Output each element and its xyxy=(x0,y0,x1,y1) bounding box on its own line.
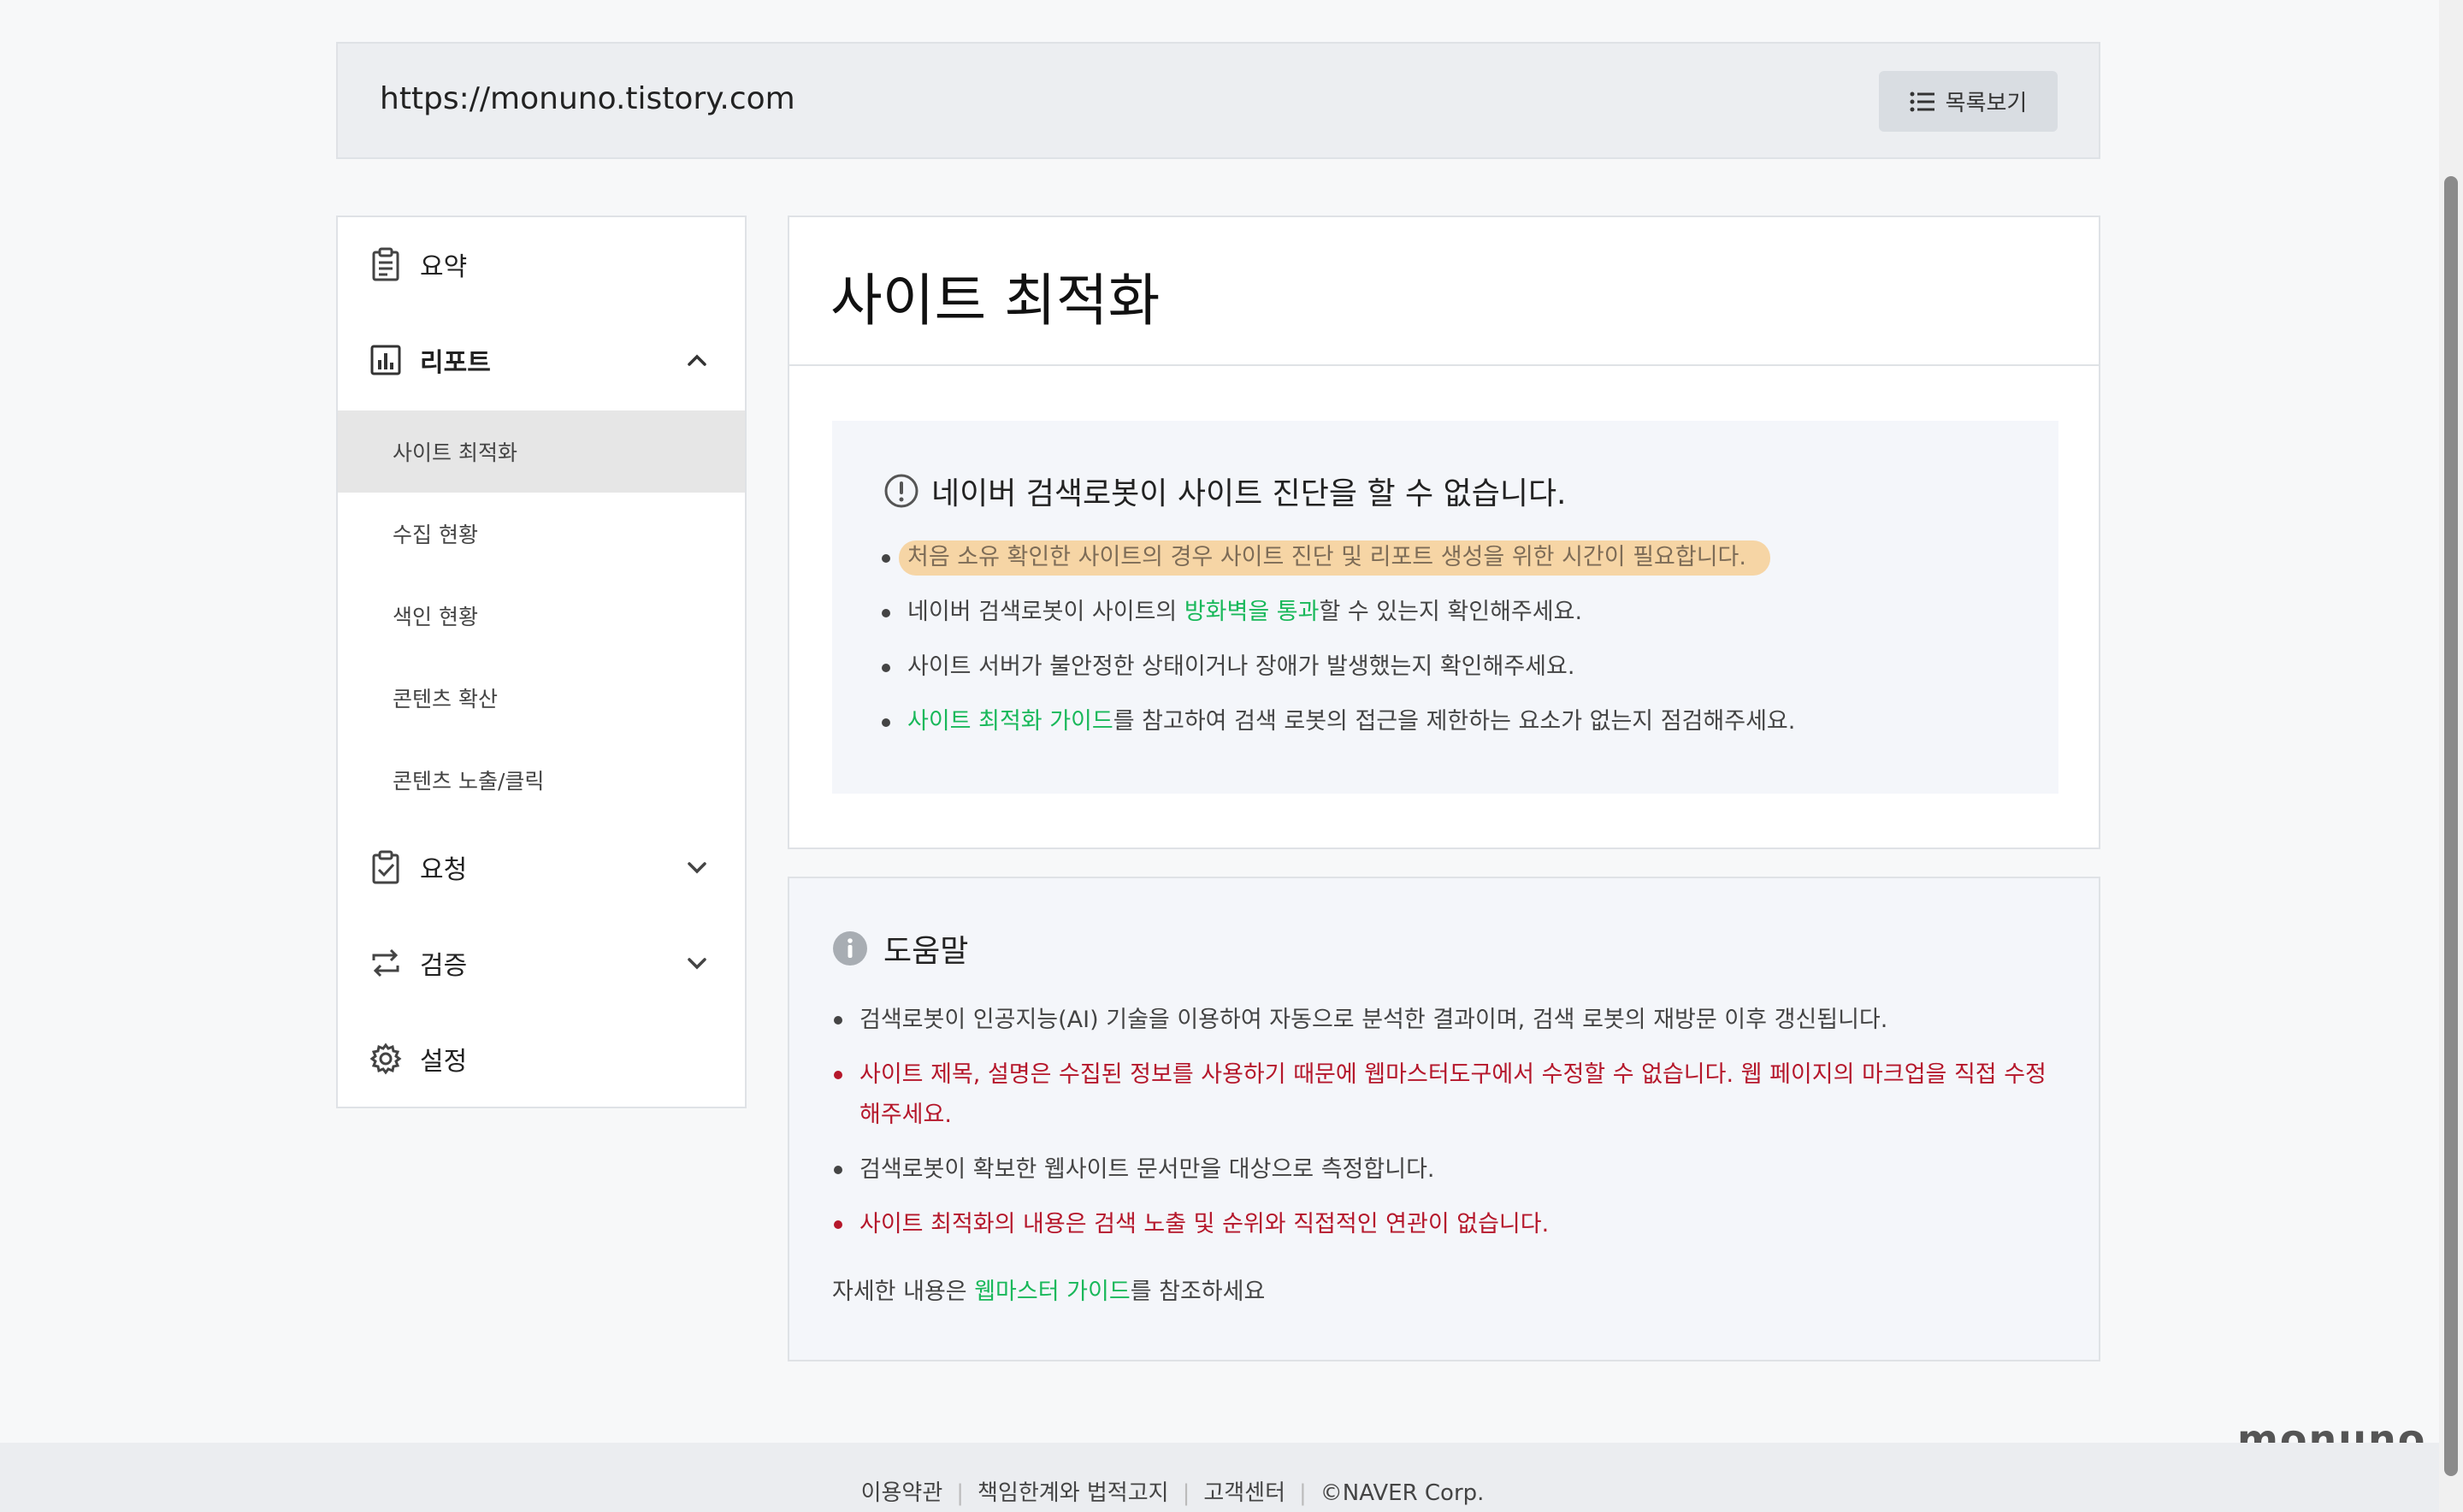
sidebar-item-crawl-status[interactable]: 수집 현황 xyxy=(338,493,745,575)
sidebar-item-settings[interactable]: 설정 xyxy=(338,1025,745,1093)
list-item: 검색로봇이 인공지능(AI) 기술을 이용하여 자동으로 분석한 결과이며, 검… xyxy=(832,1000,2047,1040)
list-item: 처음 소유 확인한 사이트의 경우 사이트 진단 및 리포트 생성을 위한 시간… xyxy=(880,540,1795,595)
notice-heading-text: 네이버 검색로봇이 사이트 진단을 할 수 없습니다. xyxy=(931,476,1567,511)
footer-links: 이용약관 | 책임한계와 법적고지 | 고객센터 | ©NAVER Corp. xyxy=(0,1475,2439,1507)
help-heading-text: 도움말 xyxy=(883,934,969,969)
sidebar-item-settings-label: 설정 xyxy=(420,1047,468,1077)
terms-link[interactable]: 이용약관 xyxy=(861,1480,943,1506)
separator: | xyxy=(1299,1480,1307,1506)
divider xyxy=(789,364,2099,366)
site-optimization-card: 사이트 최적화 네이버 검색로봇이 사이트 진단을 할 수 없습니다. 처음 소… xyxy=(788,216,2100,849)
diagnosis-notice: 네이버 검색로봇이 사이트 진단을 할 수 없습니다. 처음 소유 확인한 사이… xyxy=(832,421,2058,794)
sidebar-item-summary-label: 요약 xyxy=(420,252,468,282)
list-view-label: 목록보기 xyxy=(1945,91,2028,116)
optimization-guide-link[interactable]: 사이트 최적화 가이드 xyxy=(907,708,1113,735)
support-link[interactable]: 고객센터 xyxy=(1203,1480,1285,1506)
site-url: https://monuno.tistory.com xyxy=(380,81,795,116)
chevron-down-icon[interactable] xyxy=(683,853,711,881)
sidebar-item-request-label: 요청 xyxy=(420,855,468,885)
clipboard-check-icon xyxy=(372,850,399,884)
footer: 이용약관 | 책임한계와 법적고지 | 고객센터 | ©NAVER Corp. xyxy=(0,1443,2439,1512)
sidebar-item-verify-label: 검증 xyxy=(420,951,468,981)
separator: | xyxy=(956,1480,965,1506)
site-url-bar: https://monuno.tistory.com 목록보기 xyxy=(336,42,2100,159)
help-list: 검색로봇이 인공지능(AI) 기술을 이용하여 자동으로 분석한 결과이며, 검… xyxy=(832,1000,2047,1259)
page-title: 사이트 최적화 xyxy=(830,268,1161,334)
sidebar-sub-label: 콘텐츠 확산 xyxy=(393,687,498,712)
sidebar-sub-label: 사이트 최적화 xyxy=(393,440,517,465)
chevron-down-icon[interactable] xyxy=(683,949,711,977)
help-heading: 도움말 xyxy=(832,926,968,971)
help-more: 자세한 내용은 웹마스터 가이드를 참조하세요 xyxy=(832,1273,1265,1306)
list-view-button[interactable]: 목록보기 xyxy=(1879,71,2058,132)
list-item-text: 를 참고하여 검색 로봇의 접근을 제한하는 요소가 없는지 점검해주세요. xyxy=(1113,708,1796,735)
sidebar-item-request[interactable]: 요청 xyxy=(338,833,745,901)
scrollbar-thumb[interactable] xyxy=(2444,176,2458,1476)
sidebar-item-content-spread[interactable]: 콘텐츠 확산 xyxy=(338,657,745,739)
clipboard-icon xyxy=(372,247,399,281)
help-more-text: 자세한 내용은 xyxy=(832,1279,975,1305)
list-item: 사이트 최적화의 내용은 검색 노출 및 순위와 직접적인 연관이 없습니다. xyxy=(832,1204,2047,1244)
gear-icon xyxy=(369,1042,402,1075)
copyright: ©NAVER Corp. xyxy=(1320,1480,1485,1506)
help-more-text: 를 참조하세요 xyxy=(1130,1279,1266,1305)
info-icon xyxy=(833,931,867,966)
webmaster-guide-link[interactable]: 웹마스터 가이드 xyxy=(974,1279,1130,1305)
chevron-up-icon[interactable] xyxy=(683,346,711,374)
sidebar-item-index-status[interactable]: 색인 현황 xyxy=(338,575,745,657)
list-item-text: 사이트 서버가 불안정한 상태이거나 장애가 발생했는지 확인해주세요. xyxy=(907,653,1575,680)
sidebar: 요약 리포트 사이트 최적화 수집 현황 색인 현황 콘텐츠 확산 콘텐츠 노출… xyxy=(336,216,747,1108)
highlighted-text: 처음 소유 확인한 사이트의 경우 사이트 진단 및 리포트 생성을 위한 시간… xyxy=(899,540,1770,576)
sidebar-item-verify[interactable]: 검증 xyxy=(338,929,745,997)
sidebar-item-report[interactable]: 리포트 xyxy=(338,326,745,394)
disclaimer-link[interactable]: 책임한계와 법적고지 xyxy=(978,1480,1169,1506)
sidebar-item-report-label: 리포트 xyxy=(420,348,491,378)
notice-list: 처음 소유 확인한 사이트의 경우 사이트 진단 및 리포트 생성을 위한 시간… xyxy=(880,540,1795,759)
list-icon xyxy=(1910,92,1934,111)
list-item: 네이버 검색로봇이 사이트의 방화벽을 통과할 수 있는지 확인해주세요. xyxy=(880,595,1795,650)
sidebar-item-site-optimization[interactable]: 사이트 최적화 xyxy=(338,410,745,493)
separator: | xyxy=(1182,1480,1190,1506)
sidebar-item-content-exposure[interactable]: 콘텐츠 노출/클릭 xyxy=(338,739,745,821)
alert-icon xyxy=(884,474,918,508)
list-item: 검색로봇이 확보한 웹사이트 문서만을 대상으로 측정합니다. xyxy=(832,1149,2047,1190)
sidebar-sub-label: 수집 현황 xyxy=(393,523,478,547)
notice-heading: 네이버 검색로봇이 사이트 진단을 할 수 없습니다. xyxy=(883,469,1567,513)
list-item: 사이트 최적화 가이드를 참고하여 검색 로봇의 접근을 제한하는 요소가 없는… xyxy=(880,705,1795,759)
sidebar-sub-label: 콘텐츠 노출/클릭 xyxy=(393,769,545,794)
scrollbar[interactable] xyxy=(2439,0,2463,1512)
list-item-text: 네이버 검색로봇이 사이트의 xyxy=(907,599,1184,625)
help-card: 도움말 검색로봇이 인공지능(AI) 기술을 이용하여 자동으로 분석한 결과이… xyxy=(788,877,2100,1361)
list-item-text: 할 수 있는지 확인해주세요. xyxy=(1319,599,1583,625)
sidebar-item-summary[interactable]: 요약 xyxy=(338,230,745,298)
sidebar-sub-label: 색인 현황 xyxy=(393,605,478,629)
list-item: 사이트 제목, 설명은 수집된 정보를 사용하기 때문에 웹마스터도구에서 수정… xyxy=(832,1054,2047,1135)
repeat-icon xyxy=(372,948,399,977)
firewall-link[interactable]: 방화벽을 통과 xyxy=(1184,599,1320,625)
list-item: 사이트 서버가 불안정한 상태이거나 장애가 발생했는지 확인해주세요. xyxy=(880,650,1795,705)
bar-chart-icon xyxy=(370,345,401,375)
